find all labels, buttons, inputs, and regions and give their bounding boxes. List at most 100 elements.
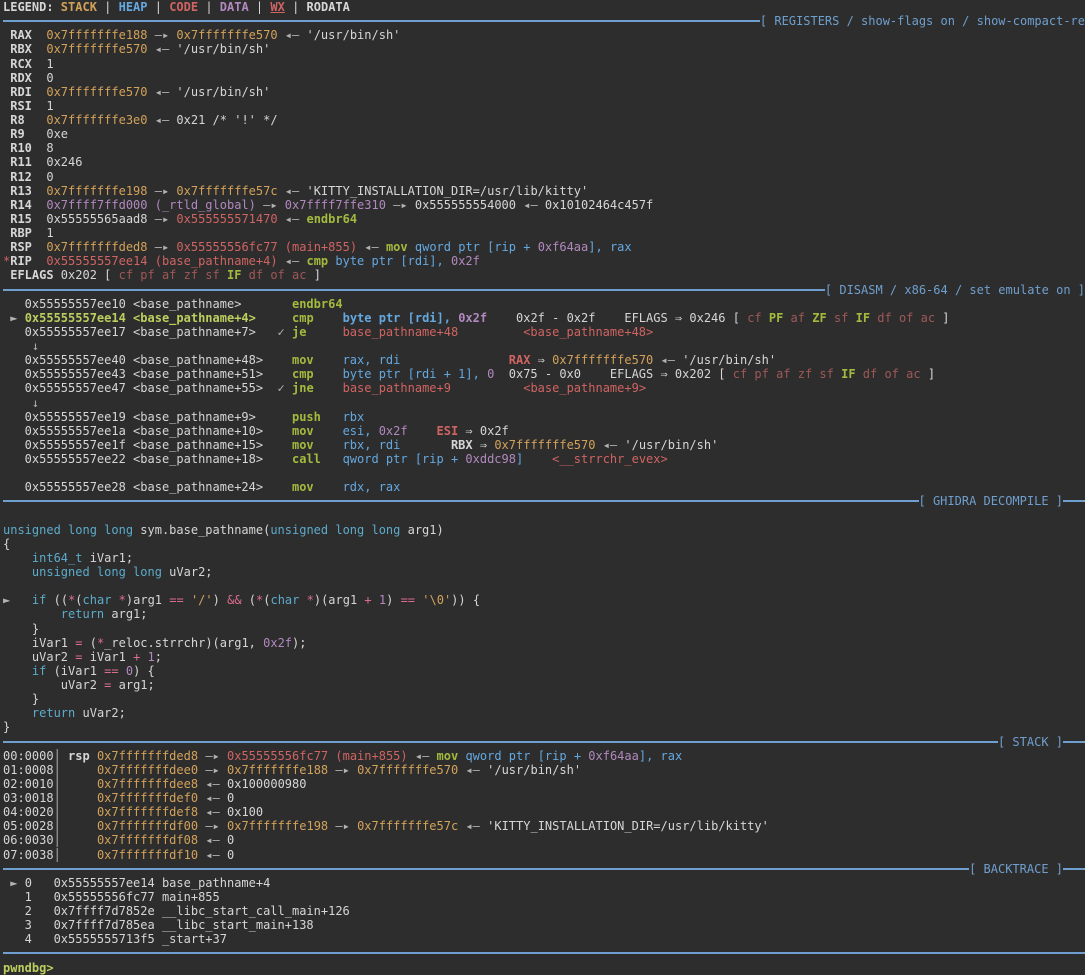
blank-line <box>3 466 1085 480</box>
text-segment: ◂— <box>198 777 227 791</box>
text-segment: sf <box>827 311 856 325</box>
text-segment: { <box>3 537 10 551</box>
text-segment: return <box>61 607 104 621</box>
text-segment: <base_pathname+48> <box>523 325 653 339</box>
text-segment: ◂— <box>198 833 227 847</box>
text-segment: ◂— <box>148 113 177 127</box>
register-row-rdx: RDX 0 <box>3 71 1085 85</box>
text-segment: } <box>3 720 10 734</box>
text-segment <box>321 452 343 466</box>
text-segment <box>32 254 46 268</box>
text-segment: )) { <box>451 593 480 607</box>
text-segment: df of ac <box>241 268 306 282</box>
text-segment: '/usr/bin/sh' <box>487 763 581 777</box>
text-segment: ◂— <box>458 763 487 777</box>
text-segment: 0x100000980 <box>227 777 306 791</box>
text-segment: ◂— <box>278 212 307 226</box>
text-segment: 01:0008 <box>3 763 54 777</box>
decompile-line: return uVar2; <box>3 706 1085 720</box>
text-segment: iVar1; <box>82 551 133 565</box>
text-segment: 04:0020 <box>3 805 54 819</box>
disasm-line: 0x55555557ee40 <base_pathname+48> mov ra… <box>3 353 1085 367</box>
text-segment: IF <box>856 311 870 325</box>
text-segment: RBP <box>3 226 46 240</box>
text-segment: 0x7fffffffe57c <box>357 819 458 833</box>
text-segment: cf pf af zf sf <box>733 367 841 381</box>
backtrace-frame-3: 3 0x7ffff7d785ea __libc_start_main+138 <box>3 918 1085 932</box>
text-segment: │ <box>54 791 61 805</box>
text-segment: │ <box>54 819 61 833</box>
text-segment: ◂— <box>653 353 682 367</box>
text-segment: * <box>119 593 126 607</box>
text-segment: —▸ <box>198 763 227 777</box>
text-segment: PF <box>769 311 783 325</box>
text-segment: && <box>227 593 241 607</box>
text-segment: 0x7fffffffdef0 <box>97 791 198 805</box>
text-segment: cmp <box>292 311 314 325</box>
disasm-line-current: ► 0x55555557ee14 <base_pathname+4> cmp b… <box>3 311 1085 325</box>
separator-line <box>3 952 1085 954</box>
text-segment: 0x7fffffffe198 <box>46 184 147 198</box>
text-segment: 4 0x5555555713f5 _start+37 <box>3 932 227 946</box>
decompile-line: unsigned long long uVar2; <box>3 565 1085 579</box>
registers-section-header: [ REGISTERS / show-flags on / show-compa… <box>3 14 1085 28</box>
text-segment: == <box>104 664 118 678</box>
text-segment: unsigned long long <box>32 565 162 579</box>
stack-panel: [ STACK ]00:0000│ rsp 0x7fffffffded8 —▸ … <box>3 735 1085 862</box>
text-segment: 0x7fffffffe570 <box>552 353 653 367</box>
text-segment: ◂— <box>357 240 386 254</box>
text-segment: 3 0x7ffff7d785ea __libc_start_main+138 <box>3 918 314 932</box>
text-segment: arg1; <box>104 607 147 621</box>
text-segment: ESI <box>437 424 459 438</box>
decompile-section-title: [ GHIDRA DECOMPILE ] <box>919 494 1064 508</box>
text-segment <box>3 607 61 621</box>
text-segment: cmp <box>292 367 314 381</box>
text-segment: EFLAGS <box>3 268 54 282</box>
text-segment: df of ac <box>870 311 935 325</box>
disasm-flow-arrow: ↓ <box>3 396 1085 410</box>
pwndbg-context-output: LEGEND: STACK | HEAP | CODE | DATA | WX … <box>3 0 1085 961</box>
text-segment: rax, rdi <box>343 353 401 367</box>
disasm-line: 0x55555557ee17 <base_pathname+7> ✓ je ba… <box>3 325 1085 339</box>
prompt-row[interactable]: pwndbg> <box>3 961 1085 975</box>
register-row-r12: R12 0 <box>3 170 1085 184</box>
text-segment: 'KITTY_INSTALLATION_DIR=/usr/lib/kitty' <box>487 819 769 833</box>
text-segment: 0 <box>126 664 133 678</box>
text-segment: } <box>3 692 39 706</box>
text-segment: } <box>3 622 39 636</box>
text-segment: cf pf af zf sf <box>119 268 227 282</box>
text-segment <box>523 452 552 466</box>
text-segment: ; <box>155 650 162 664</box>
text-segment: 0x55555557ee10 <base_pathname> <box>3 297 292 311</box>
text-segment: )arg1 <box>126 593 169 607</box>
text-segment: —▸ <box>148 28 177 42</box>
text-segment: —▸ <box>148 240 177 254</box>
text-segment: STACK <box>61 0 97 14</box>
text-segment: ◂— <box>278 254 307 268</box>
text-segment: 0 <box>46 170 53 184</box>
text-segment: '/usr/bin/sh' <box>176 42 270 56</box>
stack-row-02: 02:0010│ 0x7fffffffdee8 ◂— 0x100000980 <box>3 777 1085 791</box>
text-segment: │ <box>54 763 61 777</box>
text-segment: ⇒ 0x2f <box>458 424 509 438</box>
text-segment: 0xddc98 <box>465 452 516 466</box>
text-segment: ◂— <box>198 848 227 862</box>
text-segment: af <box>783 311 812 325</box>
text-segment: RODATA <box>307 0 350 14</box>
text-segment: 0x7fffffffdf00 <box>97 819 198 833</box>
stack-row-00: 00:0000│ rsp 0x7fffffffded8 —▸ 0x5555555… <box>3 749 1085 763</box>
text-segment: RCX <box>3 57 46 71</box>
text-segment: rbx, rdi <box>343 438 401 452</box>
stack-row-01: 01:0008│ 0x7fffffffdee0 —▸ 0x7fffffffe18… <box>3 763 1085 777</box>
registers-section-title: [ REGISTERS / show-flags on / show-compa… <box>760 14 1085 28</box>
text-segment: RAX <box>509 353 531 367</box>
text-segment: 0x55555557ee1f <base_pathname+15> <box>3 438 292 452</box>
bottom-separator-section-header <box>3 946 1085 960</box>
text-segment: iVar1 <box>82 650 133 664</box>
text-segment: int64_t <box>32 551 83 565</box>
text-segment: RBX <box>3 42 46 56</box>
text-segment: 0x202 [ <box>54 268 119 282</box>
text-segment: 05:0028 <box>3 819 54 833</box>
text-segment: df of ac <box>856 367 921 381</box>
text-segment <box>140 650 147 664</box>
